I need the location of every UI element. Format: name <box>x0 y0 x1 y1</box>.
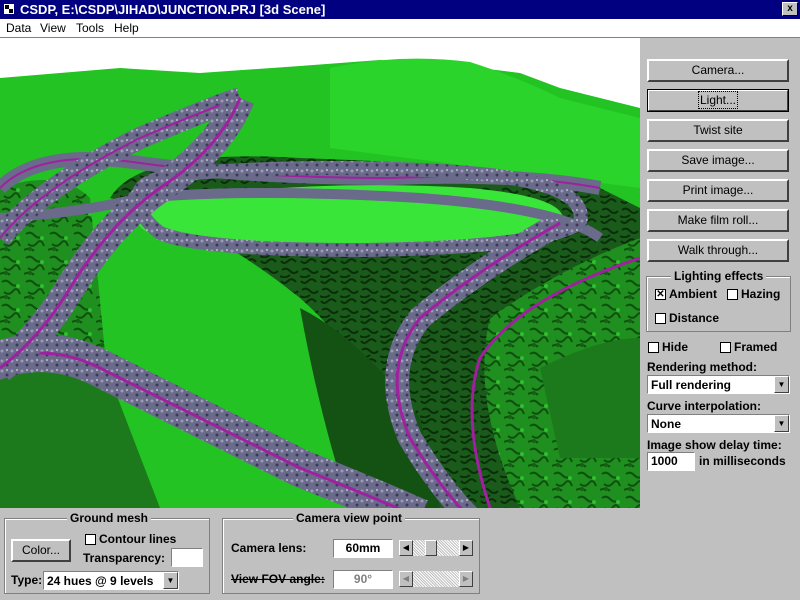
mesh-type-value: 24 hues @ 9 levels <box>47 574 154 588</box>
mesh-type-select[interactable]: 24 hues @ 9 levels ▼ <box>43 571 179 590</box>
camera-view-point-title: Camera view point <box>293 511 406 525</box>
camera-lens-input[interactable]: 60mm <box>333 539 393 558</box>
lighting-effects-title: Lighting effects <box>671 269 767 283</box>
delay-time-unit: in milliseconds <box>699 454 786 468</box>
hide-checkbox[interactable]: Hide <box>648 340 688 354</box>
camera-button[interactable]: Camera... <box>647 59 789 82</box>
ambient-check-box: ✕ <box>655 288 666 300</box>
ground-mesh-group: Ground mesh Color... Contour lines Trans… <box>4 511 210 594</box>
hazing-label: Hazing <box>741 287 781 301</box>
fov-left-arrow-icon: ◀ <box>399 571 413 587</box>
framed-label: Framed <box>734 340 778 354</box>
light-button[interactable]: Light... <box>647 89 789 112</box>
rendering-method-value: Full rendering <box>651 378 732 392</box>
fov-angle-input: 90° <box>333 570 393 589</box>
distance-checkbox[interactable]: Distance <box>655 311 719 325</box>
distance-check-box <box>655 312 666 324</box>
app-icon[interactable] <box>3 3 15 15</box>
3d-scene-viewport[interactable] <box>0 38 640 508</box>
contour-lines-checkbox[interactable]: Contour lines <box>85 532 176 546</box>
slider-left-arrow-icon[interactable]: ◀ <box>399 540 413 556</box>
fov-right-arrow-icon: ▶ <box>459 571 473 587</box>
hazing-check-box <box>727 288 738 300</box>
framed-check-box <box>720 341 731 353</box>
chevron-down-icon[interactable]: ▼ <box>774 376 789 393</box>
curve-interpolation-select[interactable]: None ▼ <box>647 414 790 433</box>
camera-view-point-group: Camera view point Camera lens: 60mm ◀ ▶ … <box>222 511 480 594</box>
type-label: Type: <box>11 573 43 587</box>
rendering-method-label: Rendering method: <box>647 360 757 374</box>
curve-interpolation-value: None <box>651 417 681 431</box>
twist-site-button[interactable]: Twist site <box>647 119 789 142</box>
fov-angle-label: View FOV angle: <box>231 572 325 586</box>
curve-interpolation-label: Curve interpolation: <box>647 399 762 413</box>
transparency-label: Transparency: <box>83 551 166 565</box>
print-image-button[interactable]: Print image... <box>647 179 789 202</box>
terrain-render <box>0 38 640 508</box>
menu-data[interactable]: Data <box>6 21 31 35</box>
lighting-effects-group: Lighting effects ✕ Ambient Hazing Distan… <box>646 269 791 332</box>
color-button[interactable]: Color... <box>11 539 71 562</box>
ambient-label: Ambient <box>669 287 717 301</box>
walk-through-button[interactable]: Walk through... <box>647 239 789 262</box>
slider-right-arrow-icon[interactable]: ▶ <box>459 540 473 556</box>
hide-check-box <box>648 341 659 353</box>
rendering-method-select[interactable]: Full rendering ▼ <box>647 375 790 394</box>
menu-help[interactable]: Help <box>114 21 139 35</box>
camera-lens-label: Camera lens: <box>231 541 307 555</box>
menu-bar: Data View Tools Help <box>0 19 800 38</box>
camera-lens-slider-thumb[interactable] <box>425 540 437 556</box>
light-button-label: Light... <box>697 91 739 109</box>
hazing-checkbox[interactable]: Hazing <box>727 287 780 301</box>
delay-time-label: Image show delay time: <box>647 438 782 452</box>
menu-view[interactable]: View <box>40 21 66 35</box>
chevron-down-icon[interactable]: ▼ <box>163 572 178 589</box>
framed-checkbox[interactable]: Framed <box>720 340 777 354</box>
make-film-roll-button[interactable]: Make film roll... <box>647 209 789 232</box>
ground-mesh-title: Ground mesh <box>67 511 152 525</box>
menu-tools[interactable]: Tools <box>76 21 104 35</box>
window-title: CSDP, E:\CSDP\JIHAD\JUNCTION.PRJ [3d Sce… <box>20 2 326 17</box>
title-bar[interactable]: CSDP, E:\CSDP\JIHAD\JUNCTION.PRJ [3d Sce… <box>0 0 800 19</box>
ambient-checkbox[interactable]: ✕ Ambient <box>655 287 717 301</box>
distance-label: Distance <box>669 311 720 325</box>
hide-label: Hide <box>662 340 689 354</box>
camera-lens-slider[interactable] <box>413 540 459 556</box>
delay-time-input[interactable]: 1000 <box>647 452 695 471</box>
contour-lines-label: Contour lines <box>99 532 177 546</box>
fov-angle-slider <box>413 571 459 587</box>
transparency-input[interactable] <box>171 548 203 567</box>
chevron-down-icon[interactable]: ▼ <box>774 415 789 432</box>
contour-lines-check-box <box>85 533 96 545</box>
save-image-button[interactable]: Save image... <box>647 149 789 172</box>
close-button[interactable]: x <box>782 2 798 16</box>
